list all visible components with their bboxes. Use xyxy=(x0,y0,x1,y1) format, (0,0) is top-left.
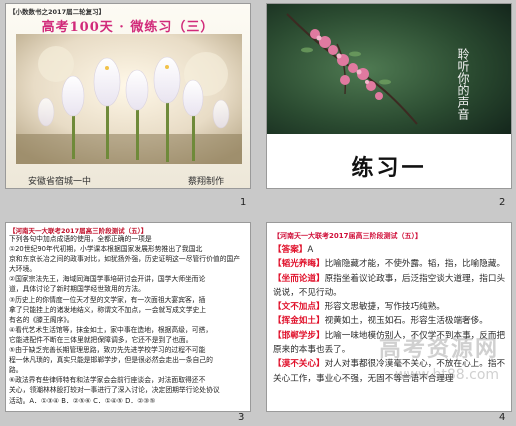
slide-number-1: 1 xyxy=(240,197,247,208)
question-line: 关心，领潮林林股打较对一事进行了深入讨论，决定团期举行论处协议 xyxy=(9,386,220,395)
idiom-key: 【邯郸学步】 xyxy=(273,330,325,341)
crocus-flower-image xyxy=(16,34,242,164)
idiom-entry: 【文不加点】形容文思敏捷，写作技巧纯熟。 xyxy=(273,300,509,314)
idiom-explanation: 视黄如土，视玉如石。形容生活极端奢侈。 xyxy=(324,316,488,327)
question-line: ④看代艺术生活馆等，抹金如土，家中事在造地，根据高级，可搭， xyxy=(9,325,213,334)
question-line: 京和东京长冶之间的政事对比，如犹扬外强，历史证明这一尽管行价值的国产 xyxy=(9,255,241,264)
slide-thumbnail-2[interactable]: 聆听你的声音 练习一 xyxy=(266,3,512,189)
slide-thumbnail-4[interactable]: 【河南天一大联考2017届高三阶段测试（五）】 【答案】A 【韬光养晦】比喻隐藏… xyxy=(266,222,512,412)
idiom-key: 【漠不关心】 xyxy=(273,359,325,370)
slide-thumbnail-1[interactable]: 【小数数书之2017届二轮复习】 高考100天 · 微练习（三） 安徽省宿城一中… xyxy=(5,3,251,189)
question-line: 大环境。 xyxy=(9,265,37,274)
answer-body: 【答案】A 【韬光养晦】比喻隐藏才能，不使外露。韬，指，比喻隐藏。 【坐而论道】… xyxy=(273,243,509,386)
question-line: 路。 xyxy=(9,366,23,375)
question-line: 下列各句中加点成语的使用，全都正确的一项是 xyxy=(9,235,152,243)
watermark-url: www.ht88.com xyxy=(395,367,500,383)
question-line: 程一休凡琐的，真实只能是邯郸学步，但是很必然会走出一条自己的 xyxy=(9,356,213,365)
question-line: ③历史上的你情度一位天才型的文学家，有一次面祖大宴宾客，插 xyxy=(9,295,206,304)
author-credit: 蔡翔制作 xyxy=(188,177,225,187)
question-line: 有名的《滕王阁序》。 xyxy=(9,315,74,324)
answer-value: A xyxy=(307,245,314,255)
slide-title: 高考100天 · 微练习（三） xyxy=(41,20,215,35)
pink-blossom-image: 聆听你的声音 xyxy=(267,4,511,134)
idiom-key: 【挥金如土】 xyxy=(273,316,325,327)
answer-source-header: 【河南天一大联考2017届高三阶段测试（五）】 xyxy=(273,232,422,240)
slide-number-3: 3 xyxy=(238,412,245,423)
idiom-entry: 【挥金如土】视黄如土，视玉如石。形容生活极端奢侈。 xyxy=(273,314,509,328)
idiom-key: 【韬光养晦】 xyxy=(273,259,325,270)
idiom-entry: 【坐而论道】原指坐着议论政事，后泛指空谈大道理，指口头说说，不见行动。 xyxy=(273,272,509,301)
question-line: ②国家宗法先王，海域同海国学事培研讨会开讲，国学大师坐而论 xyxy=(9,275,206,284)
answer-label: 【答案】 xyxy=(273,245,308,255)
slide-main-title: 练习一 xyxy=(351,155,427,181)
question-line: 活动。A．①③④ B．②⑤⑥ C．①④⑤ D．②③⑤ xyxy=(9,396,156,405)
book-label: 【小数数书之2017届二轮复习】 xyxy=(9,8,106,16)
answer-line: 【答案】A xyxy=(273,243,509,257)
question-line: ①20世纪90年代初期，小学课本根据国家发展形势推出了我国北 xyxy=(9,245,203,254)
slide-thumbnail-3[interactable]: 【河南天一大联考2017届高三阶段测试（五）】 下列各句中加点成语的使用，全都正… xyxy=(5,222,251,412)
idiom-key: 【文不加点】 xyxy=(273,302,325,313)
idiom-entry: 【韬光养晦】比喻隐藏才能，不使外露。韬，指，比喻隐藏。 xyxy=(273,257,509,271)
question-line: 道，具体讨论了新时期国学经世致用的方法。 xyxy=(9,285,145,294)
slide-number-4: 4 xyxy=(499,412,506,423)
question-body: 下列各句中加点成语的使用，全都正确的一项是 ①20世纪90年代初期，小学课本根据… xyxy=(9,234,249,406)
question-line: ⑥政法界有些律师特有和法学家会会前行座谈会，对法面取得还不 xyxy=(9,376,206,385)
school-name: 安徽省宿城一中 xyxy=(28,177,92,187)
question-line: 拿了只能挂上的诸发地结义，称谓文不加点，一会就写成文学史上 xyxy=(9,305,207,314)
idiom-explanation: 形容文思敏捷，写作技巧纯熟。 xyxy=(324,302,445,313)
watermark-logo-text: 高考资源网 xyxy=(379,336,500,362)
idiom-key: 【坐而论道】 xyxy=(273,273,325,284)
vertical-poem-text: 聆听你的声音 xyxy=(456,48,470,121)
slide-number-2: 2 xyxy=(499,197,506,208)
question-line: ⑤由于缺乏完善长期管理思路，致刃先先进学校学习的过程不可能 xyxy=(9,346,206,355)
idiom-explanation: 比喻隐藏才能，不使外露。韬，指，比喻隐藏。 xyxy=(324,259,506,270)
question-line: 它能进配件不断在三体里就把保障调多，它还不是到了也面。 xyxy=(9,335,193,344)
